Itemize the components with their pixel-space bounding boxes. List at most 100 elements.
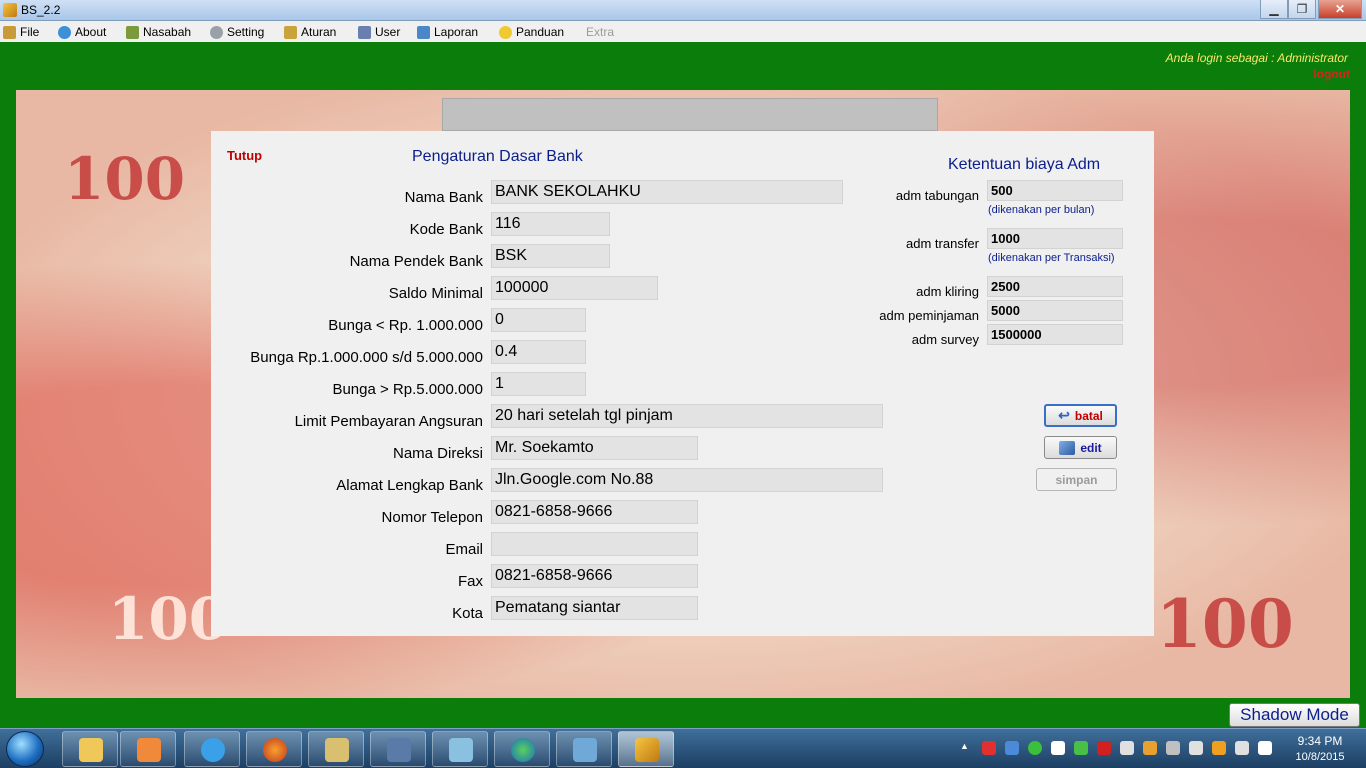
network-icon[interactable] [1212,741,1226,755]
volume-icon[interactable] [1235,741,1249,755]
taskbar-network[interactable] [494,731,550,767]
clock-time[interactable]: 9:34 PM [1290,734,1350,748]
label-alamat: Alamat Lengkap Bank [336,477,483,494]
label-kode-bank: Kode Bank [409,221,483,238]
window-icon [387,738,411,762]
edit-button-label: edit [1080,440,1102,455]
tray-icon-4[interactable] [1051,741,1065,755]
input-adm-transfer[interactable]: 1000 [987,228,1123,249]
folder-icon [79,738,103,762]
input-kode-bank[interactable]: 116 [491,212,610,236]
input-limit-angsuran[interactable]: 20 hari setelah tgl pinjam [491,404,883,428]
label-adm-survey: adm survey [911,332,979,347]
notepad-icon [325,738,349,762]
label-fax: Fax [457,573,483,590]
media-player-icon [137,738,161,762]
menu-file[interactable]: File [3,24,39,40]
simpan-button[interactable]: simpan [1036,468,1117,491]
taskbar-app-2[interactable] [432,731,488,767]
taskbar-media-player[interactable] [120,731,176,767]
tray-icon-1[interactable] [982,741,996,755]
input-nama-direksi[interactable]: Mr. Soekamto [491,436,698,460]
label-limit-angsuran: Limit Pembayaran Angsuran [294,413,483,430]
lightbulb-icon [499,25,512,39]
app-icon [3,3,17,17]
clock-date[interactable]: 10/8/2015 [1286,751,1354,763]
menu-aturan[interactable]: Aturan [284,24,336,40]
label-nama-direksi: Nama Direksi [392,445,483,462]
menu-file-label: File [20,25,40,39]
menu-setting-label: Setting [227,25,265,39]
menu-about[interactable]: About [58,24,106,40]
label-adm-tabungan: adm tabungan [895,188,979,203]
menu-panduan-label: Panduan [516,25,565,39]
tray-icon-7[interactable] [1143,741,1157,755]
users-icon [126,25,139,39]
input-email[interactable] [491,532,698,556]
input-adm-tabungan[interactable]: 500 [987,180,1123,201]
input-kota[interactable]: Pematang siantar [491,596,698,620]
window-title: BS_2.2 [21,3,61,17]
input-alamat[interactable]: Jln.Google.com No.88 [491,468,883,492]
label-adm-transfer: adm transfer [906,236,979,251]
batal-button[interactable]: ↩ batal [1044,404,1117,427]
taskbar-photo[interactable] [556,731,612,767]
taskbar-explorer[interactable] [62,731,118,767]
input-bunga-2[interactable]: 0.4 [491,340,586,364]
input-adm-peminjaman[interactable]: 5000 [987,300,1123,321]
user-icon [358,25,371,39]
taskbar-bs-app[interactable] [618,731,674,767]
note-adm-transfer: (dikenakan per Transaksi) [988,252,1115,264]
label-bunga-2: Bunga Rp.1.000.000 s/d 5.000.000 [250,349,483,366]
tray-icon-8[interactable] [1258,741,1272,755]
settings-icon [210,25,223,39]
tray-expand-icon[interactable]: ▲ [960,741,969,755]
menu-extra-label: Extra [586,25,615,39]
menu-nasabah[interactable]: Nasabah [126,24,191,40]
tray-icon-3[interactable] [1028,741,1042,755]
close-button[interactable]: ✕ [1318,0,1362,19]
window-titlebar: BS_2.2 ▁ ❐ ✕ [0,0,1366,21]
input-bunga-3[interactable]: 1 [491,372,586,396]
note-adm-tabungan: (dikenakan per bulan) [988,204,1095,216]
input-fax[interactable]: 0821-6858-9666 [491,564,698,588]
minimize-button[interactable]: ▁ [1260,0,1288,19]
adm-title: Ketentuan biaya Adm [948,156,1101,173]
firefox-icon [263,738,287,762]
input-bunga-1[interactable]: 0 [491,308,586,332]
edit-button[interactable]: edit [1044,436,1117,459]
simpan-button-label: simpan [1055,472,1098,487]
start-button[interactable] [6,731,44,767]
form-title: Pengaturan Dasar Bank [412,148,583,165]
logout-link[interactable]: logout [1313,67,1350,81]
label-kota: Kota [452,605,483,622]
menu-user[interactable]: User [358,24,400,40]
menu-panduan[interactable]: Panduan [499,24,564,40]
tray-icon-2[interactable] [1005,741,1019,755]
tray-icon-5[interactable] [1074,741,1088,755]
input-nama-bank[interactable]: BANK SEKOLAHKU [491,180,843,204]
maximize-button[interactable]: ❐ [1288,0,1316,19]
tutup-link[interactable]: Tutup [227,148,262,163]
taskbar-firefox[interactable] [246,731,302,767]
taskbar-notepad[interactable] [308,731,364,767]
taskbar-ie[interactable] [184,731,240,767]
menu-laporan[interactable]: Laporan [417,24,478,40]
input-adm-kliring[interactable]: 2500 [987,276,1123,297]
input-saldo-minimal[interactable]: 100000 [491,276,658,300]
photo-icon [573,738,597,762]
menu-about-label: About [75,25,107,39]
tray-icon-6[interactable] [1120,741,1134,755]
input-nama-pendek-bank[interactable]: BSK [491,244,610,268]
menu-nasabah-label: Nasabah [143,25,192,39]
shield-icon[interactable] [1097,741,1111,755]
bluetooth-icon[interactable] [1166,741,1180,755]
input-telepon[interactable]: 0821-6858-9666 [491,500,698,524]
report-icon [417,25,430,39]
input-adm-survey[interactable]: 1500000 [987,324,1123,345]
menu-setting[interactable]: Setting [210,24,264,40]
taskbar-app[interactable] [370,731,426,767]
monitor-icon[interactable] [1189,741,1203,755]
shadow-mode-button[interactable]: Shadow Mode [1229,703,1360,727]
label-bunga-3: Bunga > Rp.5.000.000 [332,381,483,398]
